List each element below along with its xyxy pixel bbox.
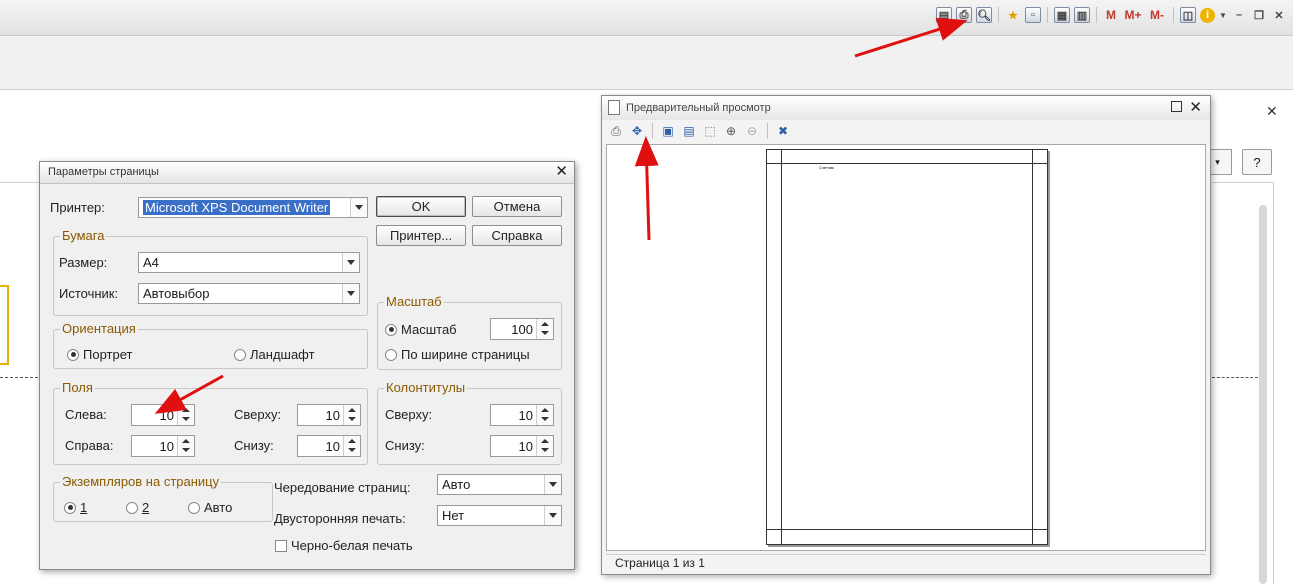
arrow-to-preview-button [854,17,968,58]
arrow-to-left-margin [154,374,224,414]
annotation-arrows [154,17,968,414]
arrow-to-fit-page-icon [634,136,659,241]
